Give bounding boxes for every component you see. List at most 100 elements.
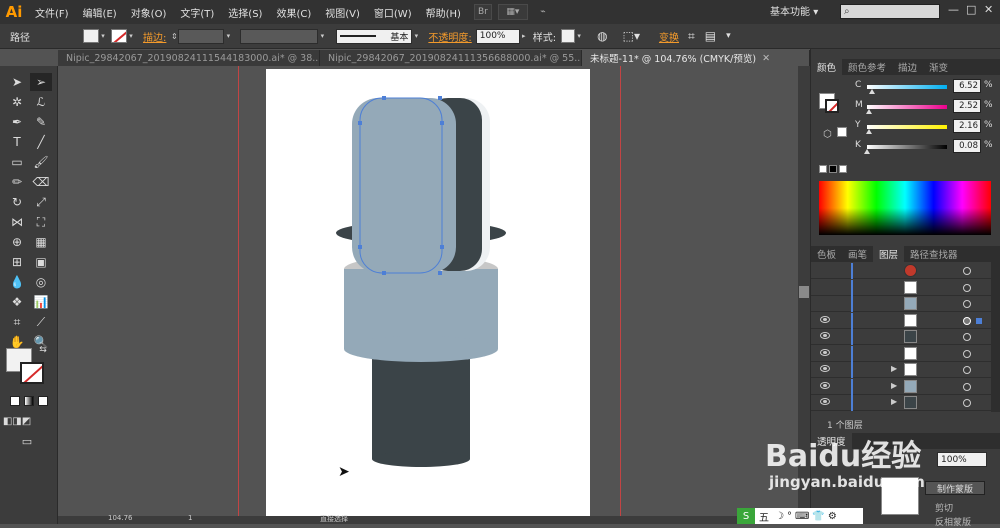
target-circle-icon[interactable] (963, 316, 971, 325)
target-circle-icon[interactable] (963, 382, 971, 391)
layer-row[interactable] (811, 312, 991, 329)
brush-dropdown-icon[interactable]: ▾ (412, 29, 420, 43)
workspace-switcher[interactable]: 基本功能 ▾ (770, 3, 818, 18)
white-swatch[interactable] (839, 165, 847, 173)
ime-toolbar[interactable]: S 五 ☽°⌨👕⚙ (737, 508, 863, 524)
line-tool-icon[interactable]: ╱ (30, 133, 52, 151)
lasso-icon[interactable]: ℒ (30, 93, 52, 111)
selection-tool-icon[interactable]: ➤ (6, 73, 28, 91)
pen-tool-icon[interactable]: ✒ (6, 113, 28, 131)
layer-row[interactable]: ▶ (811, 362, 991, 378)
maximize-button[interactable]: □ (966, 3, 976, 16)
cmyk-slider-m[interactable]: M 2.52% (855, 99, 1000, 115)
target-circle-icon[interactable] (963, 366, 971, 374)
screen-mode-icon[interactable]: ▭ (16, 432, 38, 450)
fill-swatch[interactable] (83, 29, 99, 43)
stroke-weight-field[interactable] (178, 28, 225, 44)
target-circle-icon[interactable] (963, 300, 971, 308)
tab-color[interactable]: 颜色 (811, 59, 843, 75)
cmyk-slider-c[interactable]: C 6.52% (855, 79, 1000, 95)
curvature-tool-icon[interactable]: ✎ (30, 113, 52, 131)
perspective-grid-icon[interactable]: ▦ (30, 233, 52, 251)
direct-selection-tool-icon[interactable]: ➢ (30, 73, 52, 91)
slider-value-field[interactable]: 6.52 (953, 79, 981, 93)
stroke-none-swatch[interactable] (111, 29, 127, 43)
layer-row[interactable] (811, 279, 991, 296)
visibility-eye-icon[interactable] (820, 398, 830, 405)
tab-gradient[interactable]: 渐变 (923, 59, 954, 75)
target-circle-icon[interactable] (963, 283, 971, 292)
visibility-eye-icon[interactable] (820, 348, 830, 356)
panel-stroke-box[interactable] (825, 99, 839, 113)
layer-row[interactable] (811, 345, 991, 362)
scale-tool-icon[interactable]: ⤢ (30, 193, 52, 211)
page-number[interactable]: 1 (188, 514, 192, 522)
minimize-button[interactable]: — (948, 3, 959, 16)
gradient-mode-icon[interactable] (24, 396, 34, 406)
paintbrush-icon[interactable]: 🖌 (30, 153, 52, 171)
target-circle-icon[interactable] (963, 267, 971, 275)
layer-row[interactable] (811, 329, 991, 345)
tab-document-active[interactable]: 未标题-11* @ 104.76% (CMYK/预览) ✕ (582, 50, 810, 66)
slice-tool-icon[interactable]: ⟋ (30, 313, 52, 331)
transparency-opacity-field[interactable]: 100% (937, 452, 987, 467)
tab-layers[interactable]: 图层 (873, 246, 905, 262)
stroke-weight-stepper[interactable]: ⇕ (170, 29, 178, 43)
menu-help[interactable]: 帮助(H) (419, 5, 468, 20)
slider-knob[interactable] (869, 89, 876, 94)
slider-knob[interactable] (866, 109, 872, 114)
none-mode-icon[interactable] (38, 396, 48, 406)
fill-dropdown-icon[interactable]: ▾ (99, 29, 107, 43)
clip-checkbox[interactable]: 剪切 (935, 501, 953, 514)
tab-swatches[interactable]: 色板 (811, 246, 842, 262)
zoom-level[interactable]: 104.76 (108, 514, 133, 522)
shape-icon[interactable]: ▤ (705, 29, 716, 43)
tab-document-1[interactable]: Nipic_29842067_20190824111544183000.ai* … (58, 50, 320, 66)
type-tool-icon[interactable]: T (6, 133, 28, 151)
mesh-tool-icon[interactable]: ⊞ (6, 253, 28, 271)
menu-object[interactable]: 对象(O) (124, 5, 174, 20)
gpu-icon[interactable]: ⌁ (534, 4, 552, 20)
slider-track[interactable] (867, 85, 947, 89)
web-safe-swatch[interactable] (837, 127, 847, 137)
menu-select[interactable]: 选择(S) (221, 5, 269, 20)
slider-value-field[interactable]: 2.16 (953, 119, 981, 133)
panel-menu-icon[interactable]: ▾ (726, 31, 731, 41)
layer-row[interactable]: ▶ (811, 378, 991, 395)
swap-colors-icon[interactable]: ⇆ (36, 344, 50, 356)
stroke-dropdown-icon[interactable]: ▾ (127, 29, 135, 43)
width-tool-icon[interactable]: ⋈ (6, 213, 28, 231)
align-icon[interactable]: ⬚▾ (623, 29, 640, 43)
color-mode-icon[interactable] (10, 396, 20, 406)
stroke-label[interactable]: 描边: (143, 29, 166, 44)
stroke-color-box[interactable] (20, 362, 44, 384)
visibility-eye-icon[interactable] (820, 365, 830, 372)
layer-row[interactable]: ▶ (811, 395, 991, 411)
ime-tools-icon[interactable]: ☽°⌨👕⚙ (775, 511, 840, 522)
cmyk-slider-k[interactable]: K 0.08% (855, 139, 1000, 155)
arrange-docs-icon[interactable]: ▦▾ (497, 4, 528, 20)
ime-mode[interactable]: 五 (759, 509, 769, 524)
expand-arrow-icon[interactable]: ▶ (891, 381, 897, 390)
target-circle-icon[interactable] (963, 349, 971, 358)
slider-knob[interactable] (865, 129, 872, 134)
opacity-label[interactable]: 不透明度: (428, 29, 471, 44)
variable-width-field[interactable] (240, 28, 319, 44)
artboard-tool-icon[interactable]: ⌗ (6, 313, 28, 331)
out-of-gamut-icon[interactable]: ⬡ (823, 129, 832, 140)
slider-knob[interactable] (864, 149, 871, 154)
target-circle-icon[interactable] (963, 333, 971, 341)
eraser-icon[interactable]: ⌫ (30, 173, 52, 191)
target-circle-icon[interactable] (963, 399, 971, 407)
menu-view[interactable]: 视图(V) (318, 5, 367, 20)
opacity-field[interactable]: 100% (475, 28, 520, 44)
brush-definition[interactable]: 基本 (336, 28, 413, 44)
slider-track[interactable] (867, 125, 947, 129)
free-transform-icon[interactable]: ⛶ (30, 213, 52, 231)
close-button[interactable]: ✕ (984, 3, 993, 16)
stroke-weight-dropdown-icon[interactable]: ▾ (224, 29, 232, 43)
canvas[interactable]: ➤ (58, 66, 798, 524)
menu-file[interactable]: 文件(F) (28, 5, 76, 20)
visibility-eye-icon[interactable] (820, 381, 830, 389)
visibility-eye-icon[interactable] (820, 315, 830, 323)
